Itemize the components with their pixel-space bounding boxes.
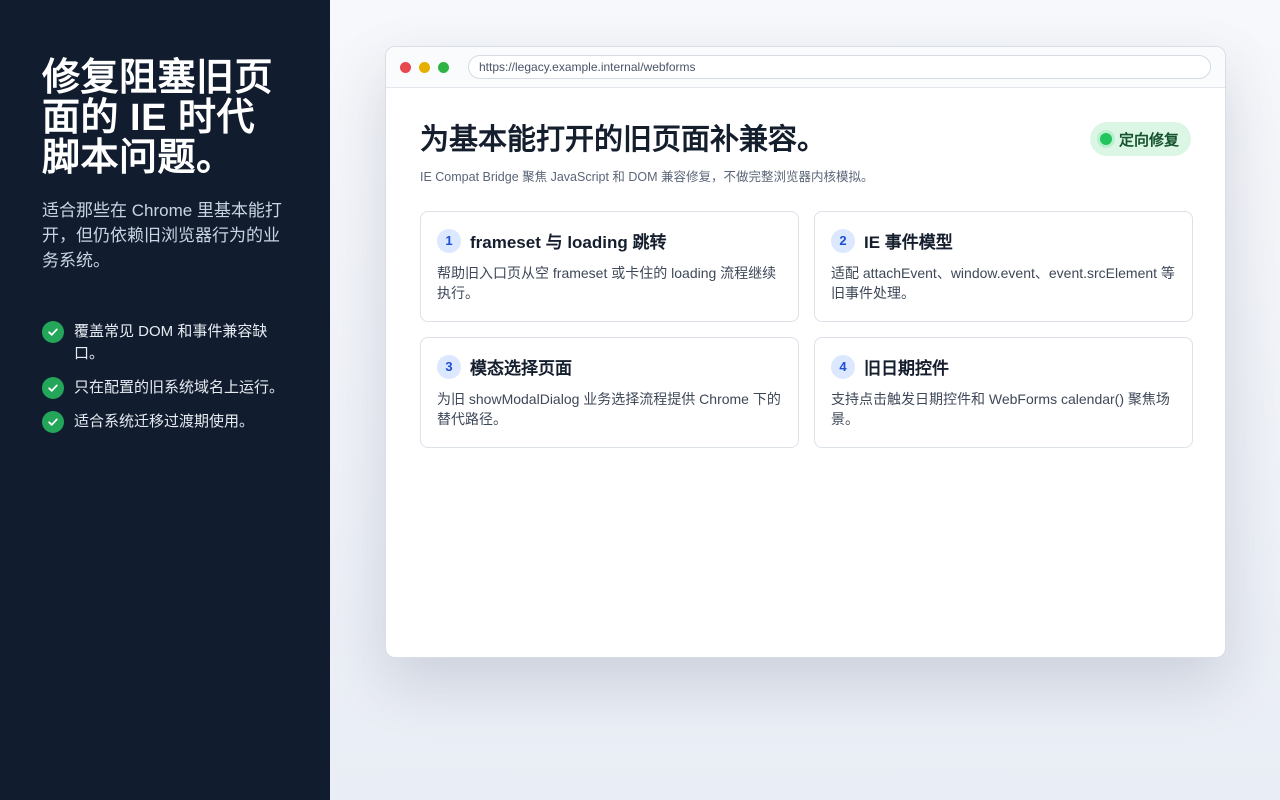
feature-text: 覆盖常见 DOM 和事件兼容缺口。 (74, 323, 268, 362)
feature-text: 只在配置的旧系统域名上运行。 (74, 379, 285, 396)
status-dot-icon (1099, 133, 1112, 145)
feature-card: 3 模态选择页面 为旧 showModalDialog 业务选择流程提供 Chr… (420, 337, 799, 448)
page-title: 为基本能打开的旧页面补兼容。 (420, 124, 827, 156)
minimize-window-dot[interactable] (419, 61, 430, 73)
card-number-badge: 4 (831, 354, 855, 379)
card-number-badge: 1 (437, 228, 461, 253)
card-title: 模态选择页面 (470, 359, 572, 378)
card-header: 1 frameset 与 loading 跳转 (437, 228, 782, 253)
page-content: 为基本能打开的旧页面补兼容。 IE Compat Bridge 聚焦 JavaS… (386, 88, 1225, 448)
card-header: 3 模态选择页面 (437, 354, 782, 379)
card-title: 旧日期控件 (864, 359, 949, 378)
feature-card: 2 IE 事件模型 适配 attachEvent、window.event、ev… (814, 211, 1193, 322)
card-header: 2 IE 事件模型 (831, 228, 1176, 253)
card-description: 支持点击触发日期控件和 WebForms calendar() 聚焦场景。 (831, 391, 1170, 427)
check-icon (42, 377, 64, 399)
browser-window: https://legacy.example.internal/webforms… (385, 46, 1226, 658)
close-window-dot[interactable] (400, 61, 411, 73)
feature-text: 适合系统迁移过渡期使用。 (74, 413, 255, 430)
check-icon (42, 411, 64, 433)
feature-item: 适合系统迁移过渡期使用。 (42, 411, 288, 433)
card-header: 4 旧日期控件 (831, 354, 1176, 379)
hero-title: 修复阻塞旧页面的 IE 时代脚本问题。 (42, 57, 274, 179)
address-bar[interactable]: https://legacy.example.internal/webforms (468, 55, 1211, 79)
feature-cards: 1 frameset 与 loading 跳转 帮助旧入口页从空 framese… (420, 211, 1193, 448)
hero-subtitle: 适合那些在 Chrome 里基本能打开，但仍依赖旧浏览器行为的业务系统。 (42, 201, 282, 270)
sidebar: 修复阻塞旧页面的 IE 时代脚本问题。 适合那些在 Chrome 里基本能打开，… (0, 0, 330, 800)
feature-item: 覆盖常见 DOM 和事件兼容缺口。 (42, 321, 288, 365)
main-area: https://legacy.example.internal/webforms… (330, 0, 1280, 800)
browser-titlebar: https://legacy.example.internal/webforms (386, 47, 1225, 88)
status-badge: 定向修复 (1089, 122, 1191, 156)
feature-card: 1 frameset 与 loading 跳转 帮助旧入口页从空 framese… (420, 211, 799, 322)
status-badge-label: 定向修复 (1118, 131, 1179, 149)
card-description: 帮助旧入口页从空 frameset 或卡住的 loading 流程继续执行。 (437, 265, 777, 301)
feature-list: 覆盖常见 DOM 和事件兼容缺口。 只在配置的旧系统域名上运行。 适合系统迁移过… (42, 321, 288, 433)
page-subtitle: IE Compat Bridge 聚焦 JavaScript 和 DOM 兼容修… (420, 170, 874, 184)
card-description: 适配 attachEvent、window.event、event.srcEle… (831, 265, 1175, 301)
card-title: frameset 与 loading 跳转 (470, 233, 667, 252)
check-icon (42, 321, 64, 343)
card-title: IE 事件模型 (864, 233, 953, 252)
card-number-badge: 3 (437, 354, 461, 379)
card-number-badge: 2 (831, 228, 855, 253)
maximize-window-dot[interactable] (438, 61, 449, 73)
card-description: 为旧 showModalDialog 业务选择流程提供 Chrome 下的替代路… (437, 391, 781, 427)
feature-card: 4 旧日期控件 支持点击触发日期控件和 WebForms calendar() … (814, 337, 1193, 448)
feature-item: 只在配置的旧系统域名上运行。 (42, 377, 288, 399)
